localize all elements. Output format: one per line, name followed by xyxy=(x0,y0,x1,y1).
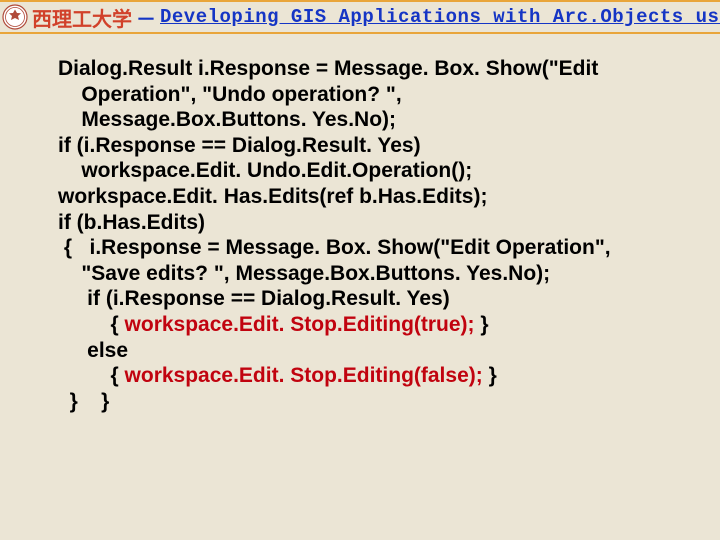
code-line: workspace.Edit. Undo.Edit.Operation(); xyxy=(58,158,700,184)
code-line: else xyxy=(58,338,700,364)
highlighted-code: workspace.Edit. Stop.Editing(true); xyxy=(125,313,475,336)
code-line: Dialog.Result i.Response = Message. Box.… xyxy=(58,56,700,82)
code-line: if (b.Has.Edits) xyxy=(58,210,700,236)
university-logo-icon xyxy=(2,4,28,30)
header-separator: － xyxy=(136,3,156,32)
code-line: if (i.Response == Dialog.Result. Yes) xyxy=(58,286,700,312)
code-line: workspace.Edit. Has.Edits(ref b.Has.Edit… xyxy=(58,184,700,210)
code-line: } } xyxy=(58,389,700,415)
code-line: { workspace.Edit. Stop.Editing(false); } xyxy=(58,363,700,389)
code-line: { workspace.Edit. Stop.Editing(true); } xyxy=(58,312,700,338)
highlighted-code: workspace.Edit. Stop.Editing(false); xyxy=(125,364,483,387)
code-line: if (i.Response == Dialog.Result. Yes) xyxy=(58,133,700,159)
code-line: { i.Response = Message. Box. Show("Edit … xyxy=(58,235,700,261)
university-name: 西理工大学 xyxy=(32,3,132,32)
code-line: Message.Box.Buttons. Yes.No); xyxy=(58,107,700,133)
course-title: Developing GIS Applications with Arc.Obj… xyxy=(160,6,720,28)
code-line: "Save edits? ", Message.Box.Buttons. Yes… xyxy=(58,261,700,287)
code-block: Dialog.Result i.Response = Message. Box.… xyxy=(0,34,720,415)
slide-header: 西理工大学 － Developing GIS Applications with… xyxy=(0,0,720,34)
code-line: Operation", "Undo operation? ", xyxy=(58,82,700,108)
